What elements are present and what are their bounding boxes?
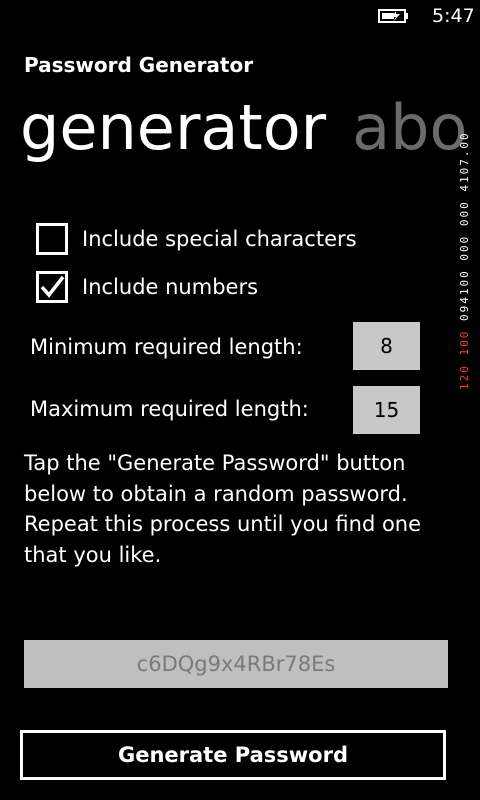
status-bar: 5:47 (0, 0, 480, 32)
min-length-label: Minimum required length: (30, 335, 303, 359)
frame-rate-counter: 120 100 094100 000 000 4107.00 (458, 30, 480, 390)
generate-password-button[interactable]: Generate Password (20, 730, 446, 780)
special-characters-label: Include special characters (82, 227, 357, 251)
min-length-input[interactable]: 8 (353, 322, 420, 370)
special-characters-option[interactable]: Include special characters (36, 223, 357, 255)
app-title: Password Generator (24, 53, 254, 77)
frame-rate-counter-red: 120 100 (458, 329, 471, 390)
frame-rate-counter-white: 094100 000 000 4107.00 (458, 131, 471, 322)
max-length-label: Maximum required length: (30, 397, 309, 421)
max-length-input[interactable]: 15 (353, 386, 420, 434)
pivot-header: generator abo (20, 92, 467, 164)
pivot-item-generator[interactable]: generator (20, 91, 326, 164)
checkmark-icon (40, 275, 65, 298)
battery-charging-icon (378, 9, 408, 23)
clock: 5:47 (432, 5, 475, 27)
numbers-option[interactable]: Include numbers (36, 271, 258, 303)
numbers-checkbox[interactable] (36, 271, 68, 303)
pivot-item-about[interactable]: abo (352, 91, 467, 164)
password-output[interactable]: c6DQg9x4RBr78Es (24, 640, 448, 688)
instructions-text: Tap the "Generate Password" button below… (24, 451, 422, 567)
special-characters-checkbox[interactable] (36, 223, 68, 255)
numbers-label: Include numbers (82, 275, 259, 299)
